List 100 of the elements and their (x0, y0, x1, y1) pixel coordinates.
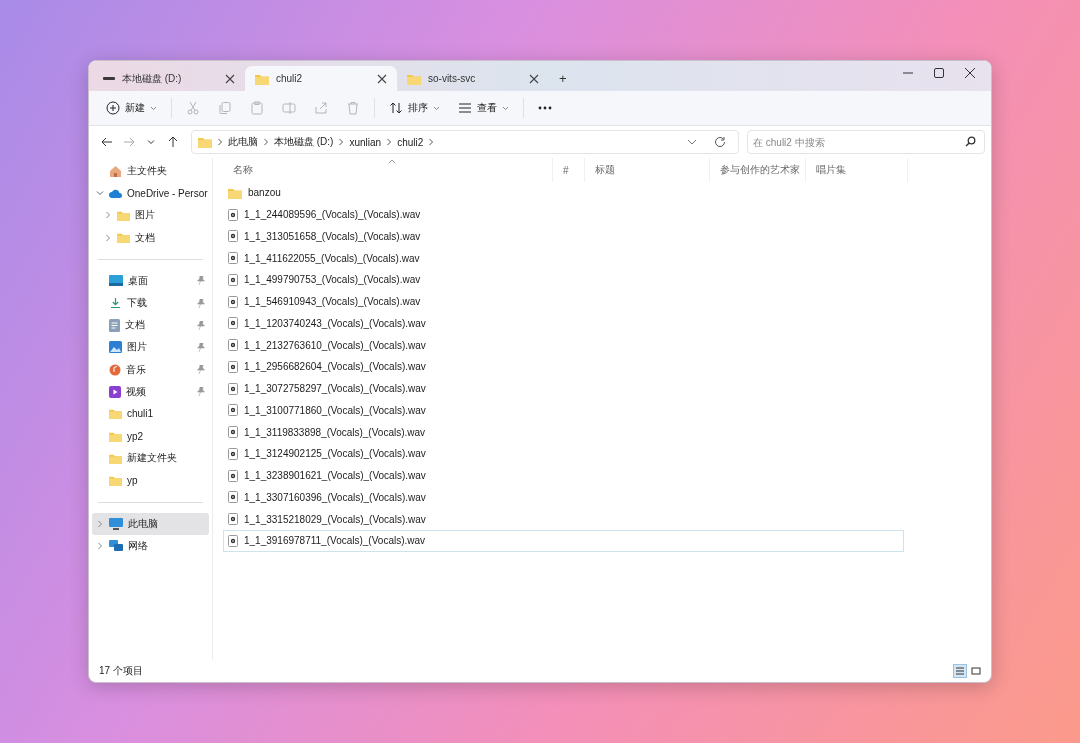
video-icon (109, 385, 121, 398)
sidebar-item[interactable]: 下载 (92, 291, 209, 315)
sidebar-item[interactable]: 网络 (92, 534, 209, 557)
sidebar-item[interactable]: 桌面 (92, 269, 209, 292)
list-icon (458, 101, 472, 115)
breadcrumb[interactable]: 此电脑 (228, 135, 258, 149)
sidebar-item[interactable]: 图片 (92, 204, 209, 227)
sort-icon (387, 159, 396, 164)
breadcrumb[interactable]: chuli2 (397, 136, 424, 148)
audio-file-icon (228, 360, 238, 373)
details-view-button[interactable] (953, 664, 967, 678)
breadcrumb[interactable]: xunlian (349, 136, 382, 148)
sidebar-item[interactable]: OneDrive - Persor (92, 182, 209, 205)
chevron-icon (263, 138, 269, 146)
tiles-view-button[interactable] (969, 664, 983, 678)
file-row[interactable]: 1_1_313051658_(Vocals)_(Vocals).wav (223, 225, 904, 248)
folder-icon (109, 452, 122, 464)
audio-file-icon (228, 382, 238, 395)
sidebar-item[interactable]: 此电脑 (92, 512, 209, 535)
chevron-icon[interactable] (96, 519, 104, 528)
column-header[interactable]: 唱片集 (806, 158, 908, 182)
chevron-icon[interactable] (104, 211, 112, 220)
file-row[interactable]: 1_1_3124902125_(Vocals)_(Vocals).wav (223, 443, 904, 465)
file-row[interactable]: 1_1_546910943_(Vocals)_(Vocals).wav (223, 290, 904, 313)
address-bar[interactable]: 此电脑 本地磁盘 (D:) xunlian chuli2 (191, 130, 739, 154)
file-name: 1_1_3238901621_(Vocals)_(Vocals).wav (244, 470, 426, 482)
sidebar-item[interactable]: 新建文件夹 (92, 447, 209, 470)
audio-file-icon (228, 252, 238, 265)
breadcrumb[interactable]: 本地磁盘 (D:) (274, 135, 334, 149)
audio-file-icon (228, 447, 238, 460)
file-row[interactable]: banzou (223, 182, 904, 204)
chevron-icon[interactable] (96, 189, 104, 198)
close-icon[interactable] (225, 73, 235, 84)
tab[interactable]: chuli2 (245, 66, 397, 91)
sidebar-item[interactable]: 主文件夹 (92, 160, 209, 183)
clipboard-icon (250, 101, 264, 115)
view-button[interactable]: 查看 (451, 97, 516, 119)
search-field[interactable]: 在 chuli2 中搜索 (747, 130, 985, 154)
file-row[interactable]: 1_1_411622055_(Vocals)_(Vocals).wav (223, 247, 904, 269)
file-name: 1_1_3100771860_(Vocals)_(Vocals).wav (244, 404, 426, 416)
maximize-icon[interactable] (933, 67, 945, 79)
sidebar-label: chuli1 (127, 408, 155, 420)
refresh-icon[interactable] (714, 136, 726, 148)
sidebar-label: 此电脑 (128, 516, 159, 531)
sidebar-item[interactable]: 图片 (92, 336, 209, 359)
file-row[interactable]: 1_1_3307160396_(Vocals)_(Vocals).wav (223, 486, 904, 509)
file-row[interactable]: 1_1_3119833898_(Vocals)_(Vocals).wav (223, 421, 904, 443)
sidebar-item[interactable]: 文档 (92, 226, 209, 249)
column-header[interactable]: # (553, 158, 585, 182)
sort-button[interactable]: 排序 (382, 97, 447, 119)
audio-file-icon (228, 339, 238, 352)
sidebar-item[interactable]: yp (92, 469, 209, 492)
tab[interactable]: 本地磁盘 (D:) (93, 66, 245, 91)
file-name: 1_1_3119833898_(Vocals)_(Vocals).wav (244, 426, 426, 438)
file-name: 1_1_499790753_(Vocals)_(Vocals).wav (244, 274, 421, 286)
sidebar-item[interactable]: yp2 (92, 425, 209, 448)
file-row[interactable]: 1_1_3072758297_(Vocals)_(Vocals).wav (223, 377, 904, 400)
column-header[interactable]: 标题 (585, 158, 710, 182)
close-icon[interactable] (377, 73, 387, 84)
column-header[interactable]: 名称 (223, 158, 553, 182)
sidebar-item[interactable]: 音乐 (92, 358, 209, 381)
new-tab-button[interactable]: + (549, 66, 577, 91)
file-row[interactable]: 1_1_2132763610_(Vocals)_(Vocals).wav (223, 334, 904, 356)
file-row[interactable]: 1_1_244089596_(Vocals)_(Vocals).wav (223, 203, 904, 226)
search-icon[interactable] (965, 136, 976, 147)
sidebar-label: 图片 (135, 208, 156, 223)
file-row[interactable]: 1_1_1203740243_(Vocals)_(Vocals).wav (223, 312, 904, 335)
sidebar-item[interactable]: chuli1 (92, 402, 209, 426)
close-icon[interactable] (529, 73, 539, 84)
music-icon (109, 363, 121, 376)
file-row[interactable]: 1_1_3315218029_(Vocals)_(Vocals).wav (223, 508, 904, 530)
file-row[interactable]: 1_1_3238901621_(Vocals)_(Vocals).wav (223, 464, 904, 487)
sidebar-item[interactable]: 视频 (92, 380, 209, 403)
chevron-icon (217, 138, 223, 146)
sidebar-label: 主文件夹 (127, 164, 168, 179)
column-header[interactable]: 参与创作的艺术家 (710, 158, 806, 182)
chevron-icon[interactable] (96, 541, 104, 550)
sidebar-item[interactable]: 文档 (92, 314, 209, 337)
file-row[interactable]: 1_1_499790753_(Vocals)_(Vocals).wav (223, 269, 904, 291)
more-icon (538, 106, 552, 110)
file-name: 1_1_313051658_(Vocals)_(Vocals).wav (244, 230, 421, 242)
file-name: 1_1_546910943_(Vocals)_(Vocals).wav (244, 296, 421, 308)
close-icon[interactable] (964, 67, 976, 79)
audio-file-icon (228, 295, 238, 308)
file-name: 1_1_3916978711_(Vocals)_(Vocals).wav (244, 535, 426, 547)
tab-label: chuli2 (276, 73, 304, 84)
file-name: 1_1_2956682604_(Vocals)_(Vocals).wav (244, 361, 426, 373)
item-count: 17 个项目 (99, 664, 143, 678)
file-row[interactable]: 1_1_3916978711_(Vocals)_(Vocals).wav (223, 530, 904, 552)
chevron-icon (338, 138, 345, 146)
sidebar-label: yp2 (127, 430, 145, 442)
file-row[interactable]: 1_1_3100771860_(Vocals)_(Vocals).wav (223, 399, 904, 422)
file-row[interactable]: 1_1_2956682604_(Vocals)_(Vocals).wav (223, 356, 904, 378)
chevron-icon (386, 138, 393, 146)
download-icon (110, 297, 121, 309)
tab[interactable]: so-vits-svc (397, 66, 549, 91)
caret-icon[interactable] (687, 138, 697, 146)
new-button[interactable]: 新建 (99, 97, 164, 119)
file-name: banzou (248, 187, 281, 199)
chevron-icon[interactable] (104, 233, 112, 242)
